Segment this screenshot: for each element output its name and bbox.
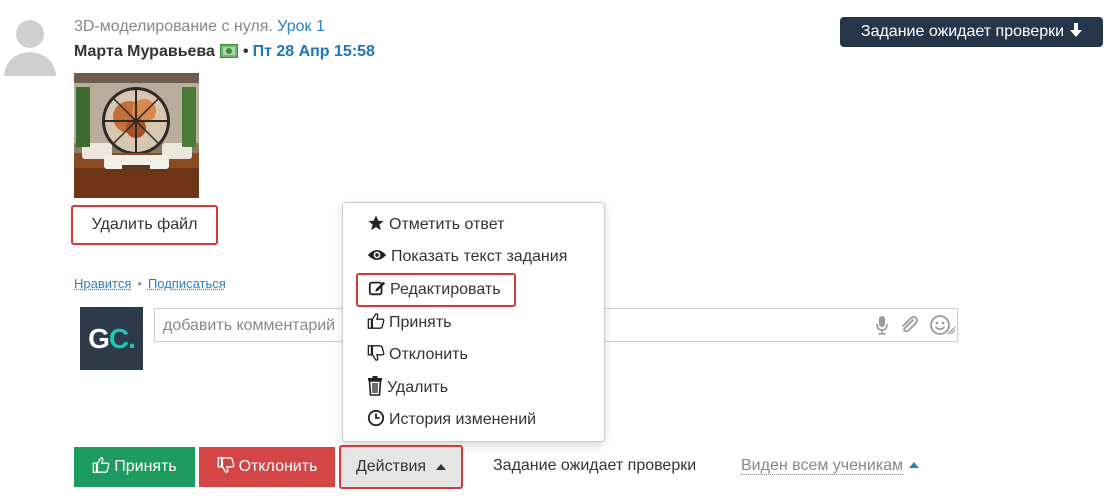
arrow-down-icon — [1070, 22, 1083, 42]
menu-item-edit[interactable]: Редактировать — [356, 273, 516, 307]
resize-handle-icon[interactable] — [947, 322, 956, 340]
attachment-thumbnail[interactable] — [74, 73, 199, 198]
status-badge[interactable]: Задание ожидает проверки — [840, 17, 1103, 47]
reject-button[interactable]: Отклонить — [199, 447, 335, 487]
thumbs-up-icon — [92, 456, 110, 479]
post-date[interactable]: Пт 28 Апр 15:58 — [253, 43, 375, 60]
trash-icon — [367, 375, 383, 401]
menu-item-show-task[interactable]: Показать текст задания — [367, 244, 567, 270]
edit-icon — [368, 279, 386, 302]
paperclip-icon[interactable] — [899, 315, 919, 340]
actions-dropdown-menu: Отметить ответ Показать текст задания Ре… — [342, 202, 605, 442]
microphone-icon[interactable] — [875, 315, 889, 340]
thumbs-down-icon — [367, 344, 385, 367]
thumbs-down-icon — [217, 456, 235, 479]
accept-button[interactable]: Принять — [74, 447, 195, 487]
menu-item-accept[interactable]: Принять — [367, 310, 452, 336]
delete-file-button[interactable]: Удалить файл — [71, 205, 218, 245]
thumbs-up-icon — [367, 312, 385, 335]
visibility-toggle[interactable]: Виден всем ученикам — [741, 457, 920, 475]
menu-item-history[interactable]: История изменений — [367, 407, 536, 433]
social-links: Нравится • Подписаться — [74, 276, 226, 291]
menu-item-delete[interactable]: Удалить — [367, 375, 448, 401]
lesson-title: 3D-моделирование с нуля. Урок 1 — [74, 18, 325, 35]
author-line: Марта Муравьева • Пт 28 Апр 15:58 — [74, 43, 375, 63]
footer-status-text: Задание ожидает проверки — [493, 457, 697, 474]
commenter-avatar: G C. — [80, 307, 143, 370]
caret-up-icon — [909, 462, 920, 468]
author-name[interactable]: Марта Муравьева — [74, 43, 215, 60]
user-avatar[interactable] — [0, 14, 60, 76]
star-icon — [367, 214, 385, 237]
like-link[interactable]: Нравится — [74, 276, 131, 291]
lesson-link[interactable]: Урок 1 — [277, 18, 325, 35]
money-icon — [219, 44, 238, 63]
menu-item-reject[interactable]: Отклонить — [367, 342, 468, 368]
caret-up-icon — [436, 464, 447, 470]
eye-icon — [367, 247, 387, 268]
actions-button[interactable]: Действия — [339, 445, 463, 489]
clock-icon — [367, 409, 385, 432]
subscribe-link[interactable]: Подписаться — [148, 276, 226, 291]
menu-item-mark-answer[interactable]: Отметить ответ — [367, 212, 504, 238]
